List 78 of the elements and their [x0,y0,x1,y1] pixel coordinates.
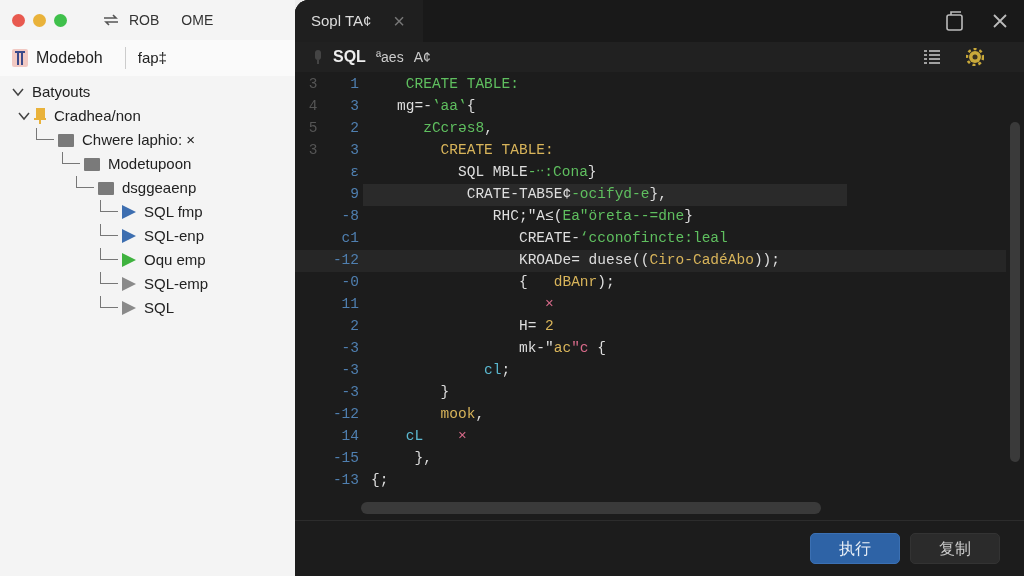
toolbar-label[interactable]: A¢ [413,46,431,68]
line-number: -13 [331,471,359,491]
sync-icon[interactable] [101,12,121,28]
tree-item[interactable]: Cradhea/non [54,104,141,128]
folder-icon [98,181,114,195]
list-icon[interactable] [924,50,940,64]
line-number: 2 [349,119,359,139]
toolbar-label[interactable]: SQL [333,45,366,69]
line-number: -15 [331,449,359,469]
tree-item[interactable]: Modetupoon [108,152,192,176]
code-line: { dBAnr); [517,273,615,293]
line-number: c1 [340,229,359,249]
tree-item[interactable]: Chwere laphio: × [82,128,195,152]
copy-icon[interactable] [946,11,964,31]
line-number: -12 [331,251,359,271]
code-line: } [439,383,450,403]
line-number: 3 [349,97,359,117]
line-number: -0 [340,273,359,293]
line-number: -8 [340,207,359,227]
code-line: zCcrǝs8, [422,119,493,139]
line-number: ε [349,163,359,183]
line-number: -3 [340,361,359,381]
code-line: RHC;"A≤(Ea"öreta--=dne} [491,207,693,227]
code-line: mk-"ac"c { [517,339,606,359]
mic-icon [313,50,323,64]
chevron-down-icon[interactable] [18,111,30,121]
line-number: 14 [340,427,359,447]
tree-item[interactable]: SQL [144,296,174,320]
line-number: 2 [349,317,359,337]
table-icon [12,49,28,67]
tree-item[interactable]: Batyouts [32,80,91,104]
close-button[interactable] [12,13,25,27]
line-number: 3 [307,75,319,95]
line-number: -12 [331,405,359,425]
code-line: CREATE-‘cconofincte:leal [517,229,728,249]
line-number: 9 [349,185,359,205]
settings-icon[interactable] [966,48,984,66]
toolbar-label[interactable]: OME [181,9,214,31]
folder-icon [58,133,74,147]
copy-button[interactable]: 复制 [910,533,1000,564]
code-line: mg=-‛aa‛{ [396,97,476,117]
code-line: SQL MBLE-ᐧᐧ:Cona} [457,163,597,183]
close-icon[interactable] [992,13,1008,29]
code-line: H= 2 [517,317,554,337]
tree-item[interactable]: Oqu emp [144,248,206,272]
sidebar-title: Modeboh [36,48,103,68]
code-line: CREATE TABLE: [439,141,554,161]
editor-tab[interactable]: Sopl TA¢ × [295,0,423,42]
code-line: × [544,295,554,315]
line-number: -3 [340,339,359,359]
code-line: CREATE TABLE: [404,75,519,95]
code-line: cl; [483,361,511,381]
code-line: KROADe= duese((Ciro-CadéAbo)); [517,251,780,271]
line-number: 1 [349,75,359,95]
vertical-scrollbar[interactable] [1010,122,1020,462]
tree-item[interactable]: SQL fmp [144,200,203,224]
tree-item[interactable]: dsggeaenp [122,176,197,200]
code-line: cL × [404,427,467,447]
code-line: {; [370,471,389,491]
line-number: -3 [340,383,359,403]
tree-item[interactable]: SQL-emp [144,272,209,296]
code-line: mook, [439,405,485,425]
code-line: }, [413,449,432,469]
line-number: 3 [307,141,319,161]
tree-item[interactable]: SQL-enp [144,224,205,248]
close-tab-button[interactable]: × [393,6,405,36]
toolbar-label[interactable]: ªaes [375,46,404,68]
horizontal-scrollbar[interactable] [361,502,821,514]
line-number: 11 [340,295,359,315]
line-number: 3 [349,141,359,161]
toolbar-label[interactable]: ROB [129,9,160,31]
run-button[interactable]: 执行 [810,533,900,564]
line-number: 5 [307,119,319,139]
bookmark-icon [34,108,46,124]
chevron-down-icon[interactable] [12,87,24,97]
line-number: 4 [307,97,319,117]
folder-icon [84,157,100,171]
sidebar-subtitle: fap‡ [124,46,167,70]
